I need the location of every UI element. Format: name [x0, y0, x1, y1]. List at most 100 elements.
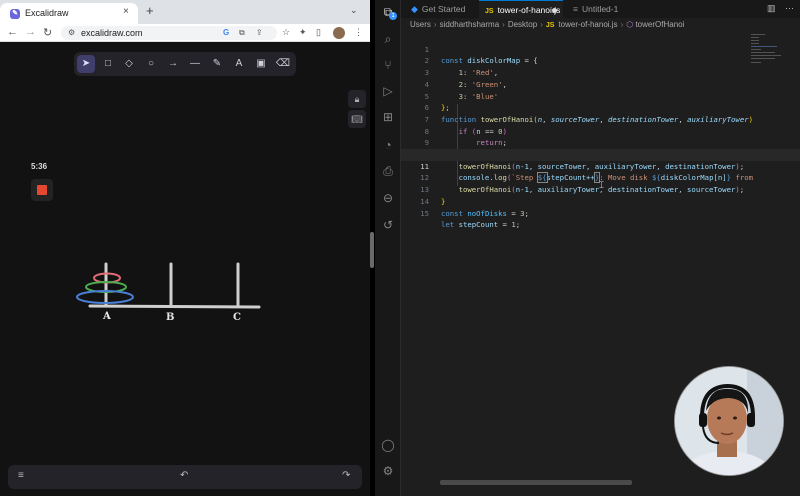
- settings-gear-icon[interactable]: ⚙: [381, 464, 395, 478]
- stop-recording-button[interactable]: [31, 179, 53, 201]
- excalidraw-footer: ≡ ↶ ↷: [8, 465, 362, 489]
- ellipse-tool-icon[interactable]: ○: [142, 55, 160, 73]
- tab-untitled-1[interactable]: ≡ Untitled-1: [567, 0, 637, 18]
- code-line: 6 function towerOfHanoi(n, sourceTower, …: [401, 91, 800, 124]
- google-lens-icon[interactable]: G: [223, 28, 229, 37]
- more-actions-icon[interactable]: ⋯: [785, 3, 794, 14]
- breadcrumb-item[interactable]: Users: [410, 20, 431, 29]
- text-tool-icon[interactable]: A: [230, 55, 248, 73]
- reload-button[interactable]: ↻: [43, 26, 52, 39]
- file-icon: ≡: [573, 4, 578, 14]
- code-line-current: 11 console.log(`Step ${stepCount++}: Mov…: [401, 149, 800, 184]
- excalidraw-canvas[interactable]: ➤ □ ◇ ○ → — ✎ A ▣ ⌫ 🔒︎ 📖︎ 5:36 A B C ≡ ↶…: [0, 42, 370, 496]
- breadcrumb-item[interactable]: tower-of-hanoi.js: [558, 20, 617, 29]
- split-editor-icon[interactable]: ▥: [767, 3, 776, 14]
- extensions-icon[interactable]: ✦: [299, 27, 307, 38]
- arrow-tool-icon[interactable]: →: [164, 55, 182, 73]
- javascript-file-icon: JS: [545, 22, 555, 29]
- minimap[interactable]: [747, 32, 795, 66]
- chevron-right-icon: ›: [540, 20, 543, 29]
- tab-search-icon[interactable]: ⌄: [350, 5, 358, 16]
- vscode-logo-icon: ◆: [411, 4, 418, 14]
- breadcrumb-item[interactable]: siddharthsharma: [440, 20, 500, 29]
- accounts-icon[interactable]: ◯: [381, 438, 395, 452]
- tab-label: tower-of-hanoi.js: [497, 5, 561, 15]
- excalidraw-favicon-icon: ✎: [10, 9, 20, 19]
- tab-label: Untitled-1: [581, 4, 619, 14]
- browser-window: ✎ Excalidraw × + ⌄ ← → ↻ ⚙ excalidraw.co…: [0, 0, 370, 496]
- timeline-icon[interactable]: ◔: [381, 138, 395, 152]
- code-line: 2 1: 'Red',: [401, 44, 800, 77]
- live-share-icon[interactable]: ↺: [381, 218, 395, 232]
- eraser-tool-icon[interactable]: ⌫: [274, 55, 292, 73]
- activity-bar: ⧉ 1 ⌕ ⑂ ▷ ⊞ ◔ ⎙ ⊖ ↺ ◯ ⚙: [375, 0, 401, 496]
- library-icon[interactable]: 📖︎: [348, 110, 366, 128]
- image-tool-icon[interactable]: ▣: [252, 55, 270, 73]
- editor-tab-bar: ◆ Get Started JS tower-of-hanoi.js ≡ Untitl…: [375, 0, 800, 18]
- breadcrumb-item[interactable]: Desktop: [508, 20, 537, 29]
- extensions-icon[interactable]: ⊞: [381, 110, 395, 124]
- address-bar[interactable]: ⚙ excalidraw.com G ⧉ ⇪: [61, 26, 277, 40]
- code-line: 7 if (n == 0): [401, 102, 800, 136]
- back-button[interactable]: ←: [7, 26, 18, 38]
- tab-close-icon[interactable]: ×: [123, 6, 129, 17]
- source-control-icon[interactable]: ⑂: [381, 58, 395, 72]
- chevron-right-icon: ›: [620, 20, 624, 29]
- lock-icon[interactable]: 🔒︎: [348, 90, 366, 108]
- undo-icon[interactable]: ↶: [180, 470, 188, 481]
- diamond-tool-icon[interactable]: ◇: [120, 55, 138, 73]
- remote-explorer-icon[interactable]: ⊖: [381, 191, 395, 205]
- side-panel-icon[interactable]: ▯: [316, 27, 321, 38]
- share-icon[interactable]: ⇪: [256, 28, 263, 37]
- recording-timer: 5:36: [31, 162, 48, 171]
- javascript-file-icon: JS: [485, 8, 494, 15]
- line-tool-icon[interactable]: —: [186, 55, 204, 73]
- hanoi-sketch: [76, 262, 261, 309]
- code-line: 10 towerOfHanoi(n-1, sourceTower, auxili…: [401, 137, 800, 171]
- profile-avatar[interactable]: [333, 27, 345, 39]
- tower-of-hanoi-drawing[interactable]: A B C: [70, 258, 270, 338]
- chevron-right-icon: ›: [433, 20, 437, 29]
- code-line: 8 return;: [401, 114, 800, 148]
- code-line: 12 towerOfHanoi(n-1, auxiliaryTower, des…: [401, 161, 800, 194]
- stop-icon: [37, 185, 47, 195]
- explorer-badge: 1: [389, 12, 397, 20]
- tab-tower-of-hanoi[interactable]: JS tower-of-hanoi.js: [479, 0, 563, 18]
- code-line: 4 3: 'Blue': [401, 67, 800, 101]
- webcam-overlay: [674, 366, 784, 476]
- unsaved-dot-icon: [552, 8, 557, 13]
- tab-excalidraw[interactable]: ✎ Excalidraw ×: [0, 3, 138, 24]
- new-tab-button[interactable]: +: [146, 3, 154, 18]
- search-icon[interactable]: ⌕: [381, 32, 395, 46]
- forward-button[interactable]: →: [25, 26, 36, 38]
- code-line: 9: [401, 126, 800, 147]
- testing-icon[interactable]: ⎙: [381, 164, 395, 178]
- rectangle-tool-icon[interactable]: □: [99, 55, 117, 73]
- main-menu-icon[interactable]: ≡: [18, 470, 24, 481]
- browser-menu-icon[interactable]: ⋮: [354, 27, 363, 38]
- split-divider-handle[interactable]: [370, 232, 374, 268]
- breadcrumb-item[interactable]: towerOfHanoi: [635, 20, 684, 29]
- peg-label-c: C: [233, 312, 241, 323]
- selection-tool-icon[interactable]: ➤: [77, 55, 95, 73]
- horizontal-scrollbar[interactable]: [440, 480, 632, 485]
- line-number: 15: [420, 208, 429, 218]
- run-debug-icon[interactable]: ▷: [381, 84, 395, 98]
- presenter-avatar: [675, 367, 783, 475]
- breadcrumb: Users › siddharthsharma › Desktop › JS tower-of…: [410, 18, 684, 32]
- chevron-right-icon: ›: [502, 20, 505, 29]
- code-line: 3 2: 'Green',: [401, 55, 800, 89]
- tab-label: Get Started: [421, 4, 466, 14]
- address-url: excalidraw.com: [81, 28, 143, 38]
- redo-icon[interactable]: ↷: [342, 470, 350, 481]
- site-info-icon[interactable]: ⚙: [68, 28, 75, 37]
- install-app-icon[interactable]: ⧉: [239, 28, 245, 38]
- excalidraw-toolbar: ➤ □ ◇ ○ → — ✎ A ▣ ⌫: [74, 52, 296, 76]
- peg-label-a: A: [103, 311, 111, 322]
- code-line: 5 };: [401, 79, 800, 113]
- tab-get-started[interactable]: ◆ Get Started: [405, 0, 479, 18]
- browser-toolbar: ← → ↻ ⚙ excalidraw.com G ⧉ ⇪ ☆ ✦ ▯ ⋮: [0, 24, 370, 42]
- draw-tool-icon[interactable]: ✎: [208, 55, 226, 73]
- peg-label-b: B: [166, 312, 175, 323]
- bookmark-star-icon[interactable]: ☆: [282, 27, 290, 38]
